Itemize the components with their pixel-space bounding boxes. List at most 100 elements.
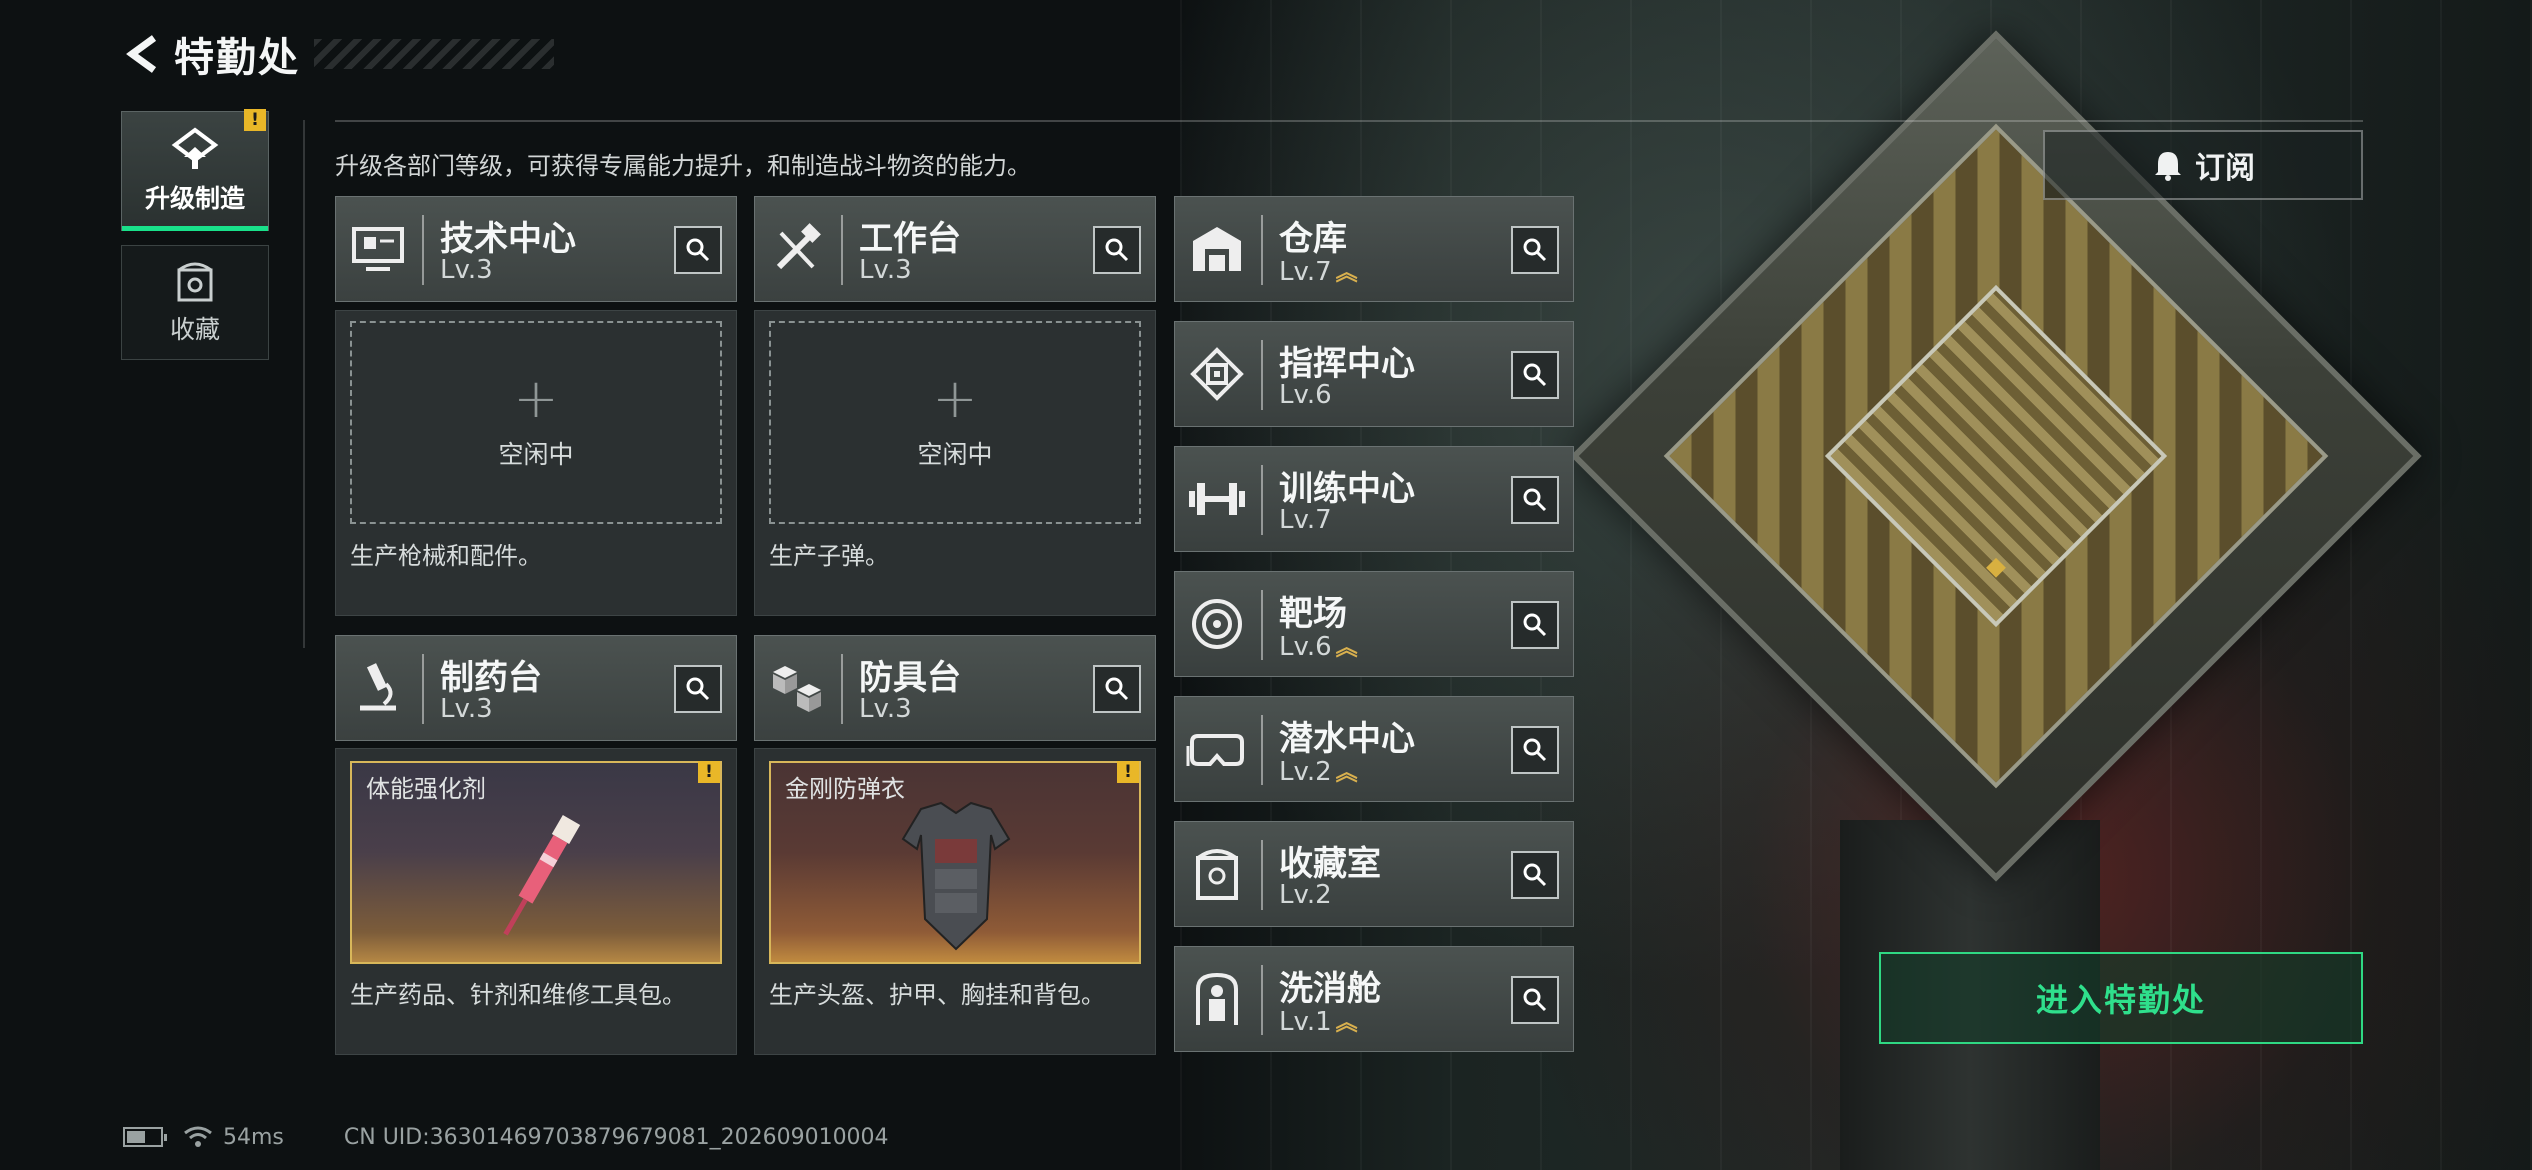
department-warehouse[interactable]: 仓库 Lv.7 ︽ (1174, 196, 1574, 302)
production-slot[interactable]: 体能强化剂 ! (350, 761, 722, 964)
plus-icon: + (513, 366, 559, 430)
user-uid: CN UID:36301469703879679081_202609010004 (343, 1124, 889, 1150)
inspect-button[interactable] (1093, 226, 1141, 274)
department-training-center[interactable]: 训练中心 Lv.7 (1174, 446, 1574, 552)
alert-badge: ! (698, 761, 720, 783)
department-level: Lv.7 (1279, 505, 1332, 535)
upgrade-available-icon: ︽ (1335, 761, 1358, 786)
upgrade-icon (171, 127, 219, 169)
department-name: 洗消舱 (1279, 969, 1381, 1009)
workshop-name: 防具台 (859, 658, 961, 698)
workshop-level: Lv.3 (859, 694, 912, 724)
subscribe-label: 订阅 (2195, 151, 2255, 186)
status-bar: 54ms CN UID:36301469703879679081_2026090… (123, 1120, 889, 1154)
inspect-button[interactable] (1093, 665, 1141, 713)
slot-status: 空闲中 (917, 439, 993, 469)
department-level: Lv.1 ︽ (1279, 1007, 1358, 1037)
department-level: Lv.6 (1279, 380, 1332, 410)
search-icon (1523, 363, 1547, 387)
workshop-description: 生产枪械和配件。 (350, 542, 542, 570)
tab-upgrade-craft[interactable]: 升级制造 ! (121, 109, 269, 231)
department-level: Lv.2 (1279, 880, 1332, 910)
trophy-case-icon (1185, 842, 1249, 906)
department-name: 训练中心 (1279, 469, 1415, 509)
workshop-body-workbench: + 空闲中 生产子弹。 (754, 310, 1156, 616)
body-armor-icon (901, 801, 1011, 951)
page-description: 升级各部门等级，可获得专属能力提升，和制造战斗物资的能力。 (335, 152, 1031, 180)
department-name: 潜水中心 (1279, 719, 1415, 759)
inspect-button[interactable] (1511, 601, 1559, 649)
workshop-level: Lv.3 (859, 255, 912, 285)
computer-icon (346, 217, 410, 281)
workshop-description: 生产头盔、护甲、胸挂和背包。 (769, 981, 1105, 1009)
tools-icon (765, 217, 829, 281)
inspect-button[interactable] (1511, 976, 1559, 1024)
department-command-center[interactable]: 指挥中心 Lv.6 (1174, 321, 1574, 427)
department-collection-room[interactable]: 收藏室 Lv.2 (1174, 821, 1574, 927)
search-icon (1523, 488, 1547, 512)
workshop-header-workbench[interactable]: 工作台 Lv.3 (754, 196, 1156, 302)
department-shooting-range[interactable]: 靶场 Lv.6 ︽ (1174, 571, 1574, 677)
department-level: Lv.6 ︽ (1279, 632, 1358, 662)
alert-badge: ! (1117, 761, 1139, 783)
search-icon (1523, 738, 1547, 762)
microscope-icon (346, 656, 410, 720)
back-button[interactable] (118, 28, 166, 80)
search-icon (1523, 988, 1547, 1012)
workshop-level: Lv.3 (440, 255, 493, 285)
subscribe-button[interactable]: 订阅 (2043, 130, 2363, 200)
production-slot[interactable]: 金刚防弹衣 ! (769, 761, 1141, 964)
department-decon-chamber[interactable]: 洗消舱 Lv.1 ︽ (1174, 946, 1574, 1052)
production-slot[interactable]: + 空闲中 (769, 321, 1141, 524)
inspect-button[interactable] (1511, 351, 1559, 399)
alert-badge: ! (244, 109, 266, 131)
page-title: 特勤处 (174, 35, 300, 81)
target-icon (1185, 592, 1249, 656)
inspect-button[interactable] (1511, 226, 1559, 274)
item-name: 体能强化剂 (366, 775, 486, 803)
enter-special-ops-button[interactable]: 进入特勤处 (1879, 952, 2363, 1044)
search-icon (1523, 238, 1547, 262)
workshop-name: 工作台 (859, 219, 961, 259)
inspect-button[interactable] (1511, 726, 1559, 774)
title-decoration (314, 39, 554, 69)
department-diving-center[interactable]: 潜水中心 Lv.2 ︽ (1174, 696, 1574, 802)
search-icon (1523, 863, 1547, 887)
search-icon (1105, 238, 1129, 262)
workshop-description: 生产子弹。 (769, 542, 889, 570)
workshop-body-armor-bench: 金刚防弹衣 ! 生产头盔、护甲、胸挂和背包。 (754, 748, 1156, 1055)
search-icon (686, 677, 710, 701)
workshop-header-tech-center[interactable]: 技术中心 Lv.3 (335, 196, 737, 302)
department-name: 靶场 (1279, 594, 1347, 634)
tab-label: 升级制造 (144, 184, 245, 213)
enter-label: 进入特勤处 (2035, 981, 2206, 1019)
workshop-name: 技术中心 (440, 219, 576, 259)
search-icon (686, 238, 710, 262)
ping-value: 54ms (223, 1124, 284, 1150)
upgrade-available-icon: ︽ (1335, 1011, 1358, 1036)
inspect-button[interactable] (1511, 476, 1559, 524)
upgrade-available-icon: ︽ (1335, 261, 1358, 286)
workshop-body-tech-center: + 空闲中 生产枪械和配件。 (335, 310, 737, 616)
department-level: Lv.2 ︽ (1279, 757, 1358, 787)
inspect-button[interactable] (674, 226, 722, 274)
tab-collection[interactable]: 收藏 (121, 245, 269, 360)
header: 特勤处 (118, 28, 554, 81)
workshop-header-armor-bench[interactable]: 防具台 Lv.3 (754, 635, 1156, 741)
diving-mask-icon (1185, 717, 1249, 781)
slot-status: 空闲中 (498, 439, 574, 469)
inspect-button[interactable] (674, 665, 722, 713)
bell-icon (2155, 152, 2181, 181)
command-chip-icon (1185, 342, 1249, 406)
department-name: 收藏室 (1279, 844, 1381, 884)
inspect-button[interactable] (1511, 851, 1559, 899)
plus-icon: + (932, 366, 978, 430)
production-slot[interactable]: + 空闲中 (350, 321, 722, 524)
wifi-icon (184, 1126, 212, 1147)
department-name: 仓库 (1279, 219, 1347, 259)
workshop-name: 制药台 (440, 658, 542, 698)
workshop-level: Lv.3 (440, 694, 493, 724)
workshop-header-pharmacy[interactable]: 制药台 Lv.3 (335, 635, 737, 741)
search-icon (1105, 677, 1129, 701)
workshop-body-pharmacy: 体能强化剂 ! 生产药品、针剂和维修工具包。 (335, 748, 737, 1055)
